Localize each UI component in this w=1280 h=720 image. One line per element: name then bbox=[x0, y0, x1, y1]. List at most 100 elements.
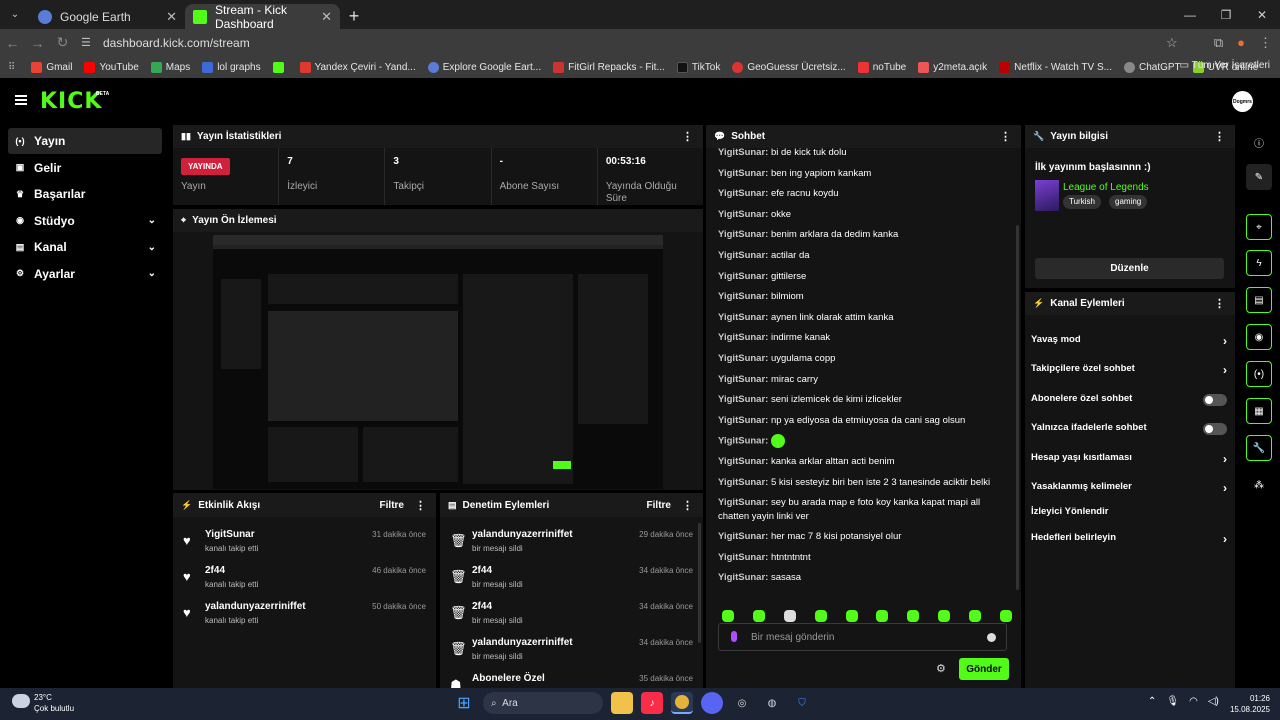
pencil-icon[interactable]: ✎ bbox=[1246, 164, 1272, 190]
emote-icon[interactable] bbox=[722, 610, 734, 622]
bookmark-kick[interactable] bbox=[272, 61, 288, 73]
sidebar-item-ayarlar[interactable]: ⚙ Ayarlar ⌄ bbox=[8, 261, 162, 287]
bookmark-tiktok[interactable]: TikTok bbox=[676, 61, 720, 73]
sidebar-item-kanal[interactable]: ▤ Kanal ⌄ bbox=[8, 234, 162, 260]
steam-icon[interactable]: ◍ bbox=[761, 692, 783, 714]
bookmark-yandex[interactable]: Yandex Çeviri - Yand... bbox=[299, 61, 416, 73]
app-icon[interactable]: ◎ bbox=[731, 692, 753, 714]
action-host-viewers[interactable]: İzleyici Yönlendir bbox=[1031, 506, 1227, 524]
sidebar-item-basarilar[interactable]: ♛ Başarılar bbox=[8, 181, 162, 207]
stream-preview-video[interactable] bbox=[213, 235, 663, 489]
minimize-icon[interactable]: — bbox=[1172, 0, 1208, 29]
chat-message-input[interactable]: Bir mesaj gönderin bbox=[718, 623, 1007, 651]
subscribers-only-toggle[interactable] bbox=[1203, 394, 1227, 406]
emote-icon[interactable] bbox=[814, 610, 827, 622]
preview-target-icon[interactable]: ⌖ bbox=[1246, 214, 1272, 240]
more-options-icon[interactable]: ⋮ bbox=[1000, 130, 1011, 143]
action-banned-words[interactable]: Yasaklanmış kelimeler › bbox=[1031, 481, 1227, 499]
maximize-icon[interactable]: ❐ bbox=[1208, 0, 1244, 29]
chat-settings-gear-icon[interactable]: ⚙ bbox=[936, 662, 946, 675]
edit-stream-info-button[interactable]: Düzenle bbox=[1035, 258, 1224, 279]
sidebar-item-yayin[interactable]: (•) Yayın bbox=[8, 128, 162, 154]
action-followers-only-chat[interactable]: Takipçilere özel sohbet › bbox=[1031, 363, 1227, 381]
bookmark-lol-graphs[interactable]: lol graphs bbox=[202, 61, 261, 73]
weather-widget[interactable]: 23°C Çok bulutlu bbox=[12, 692, 74, 714]
forward-icon[interactable]: → bbox=[25, 35, 50, 51]
browser-menu-icon[interactable]: ⋮ bbox=[1259, 35, 1272, 51]
action-set-goals[interactable]: Hedefleri belirleyin › bbox=[1031, 532, 1227, 550]
reload-icon[interactable]: ↻ bbox=[50, 34, 75, 51]
lightning-icon[interactable]: ϟ bbox=[1246, 250, 1272, 276]
apps-grid-icon[interactable]: ⠿ bbox=[8, 62, 15, 73]
back-icon[interactable]: ← bbox=[0, 35, 25, 51]
bookmark-fitgirl[interactable]: FitGirl Repacks - Fit... bbox=[553, 61, 665, 73]
profile-icon[interactable]: ● bbox=[1237, 35, 1245, 50]
bookmark-maps[interactable]: Maps bbox=[150, 61, 190, 73]
action-account-age-restriction[interactable]: Hesap yaşı kısıtlaması › bbox=[1031, 452, 1227, 470]
more-options-icon[interactable]: ⋮ bbox=[415, 499, 426, 512]
close-tab-icon[interactable]: ✕ bbox=[321, 9, 332, 25]
chevron-up-icon[interactable]: ⌃ bbox=[1148, 696, 1156, 707]
more-options-icon[interactable]: ⋮ bbox=[682, 499, 693, 512]
category-link[interactable]: League of Legends bbox=[1063, 182, 1149, 193]
bookmark-netflix[interactable]: Netflix - Watch TV S... bbox=[999, 61, 1112, 73]
bookmark-gmail[interactable]: Gmail bbox=[31, 61, 72, 73]
extensions-icon[interactable]: ⧉ bbox=[1214, 35, 1223, 51]
widgets-icon[interactable]: ⁂ bbox=[1246, 472, 1272, 498]
music-icon[interactable]: ♪ bbox=[641, 692, 663, 714]
filter-button[interactable]: Filtre bbox=[647, 500, 671, 511]
emote-icon[interactable] bbox=[907, 610, 920, 622]
chrome-icon[interactable] bbox=[671, 692, 693, 714]
new-tab-button[interactable]: + bbox=[340, 4, 368, 29]
layout-icon[interactable]: ▦ bbox=[1246, 398, 1272, 424]
taskbar-search[interactable]: ⌕ Ara bbox=[483, 692, 603, 714]
more-options-icon[interactable]: ⋮ bbox=[682, 130, 693, 143]
bookmark-y2meta[interactable]: y2meta.açık bbox=[918, 61, 987, 73]
send-button[interactable]: Gönder bbox=[959, 658, 1009, 680]
chat-icon[interactable]: ◉ bbox=[1246, 324, 1272, 350]
tab-search-chevron-icon[interactable]: ⌄ bbox=[0, 0, 30, 29]
emote-icon[interactable] bbox=[845, 610, 858, 622]
chat-scrollbar[interactable] bbox=[1016, 225, 1019, 590]
url-field[interactable]: ☰ dashboard.kick.com/stream bbox=[81, 32, 1160, 54]
emote-icon[interactable] bbox=[938, 610, 951, 622]
info-icon[interactable]: ⓘ bbox=[1246, 129, 1272, 155]
document-icon[interactable]: ▤ bbox=[1246, 287, 1272, 313]
bookmark-chatgpt[interactable]: ChatGPT bbox=[1123, 61, 1181, 73]
menu-icon[interactable] bbox=[15, 95, 27, 105]
bookmark-notube[interactable]: noTube bbox=[857, 61, 906, 73]
volume-icon[interactable]: ◁) bbox=[1208, 696, 1219, 707]
emote-only-toggle[interactable] bbox=[1203, 423, 1227, 435]
microphone-icon[interactable]: 🎙 bbox=[1166, 696, 1179, 707]
kick-logo[interactable]: KICK bbox=[40, 89, 102, 114]
emote-icon[interactable] bbox=[876, 610, 889, 622]
discord-icon[interactable] bbox=[701, 692, 723, 714]
bookmark-google-earth[interactable]: Explore Google Eart... bbox=[427, 61, 541, 73]
close-tab-icon[interactable]: ✕ bbox=[166, 9, 177, 25]
more-options-icon[interactable]: ⋮ bbox=[1214, 130, 1225, 143]
filter-button[interactable]: Filtre bbox=[380, 500, 404, 511]
clock[interactable]: 01:26 15.08.2025 bbox=[1230, 693, 1270, 715]
bookmark-youtube[interactable]: YouTube bbox=[84, 61, 139, 73]
action-slow-mode[interactable]: Yavaş mod › bbox=[1031, 334, 1227, 352]
broadcast-icon[interactable]: (•) bbox=[1246, 361, 1272, 387]
wrench-icon[interactable]: 🔧 bbox=[1246, 435, 1272, 461]
more-options-icon[interactable]: ⋮ bbox=[1214, 297, 1225, 310]
emote-icon[interactable] bbox=[752, 610, 765, 622]
bookmark-star-icon[interactable]: ☆ bbox=[1166, 35, 1178, 51]
avatar[interactable]: Dogmrs bbox=[1232, 91, 1253, 112]
all-bookmarks[interactable]: ▭ Tüm Yer İşaretleri bbox=[1180, 60, 1270, 71]
sidebar-item-studyo[interactable]: ◉ Stüdyo ⌄ bbox=[8, 208, 162, 234]
tab-kick-dashboard[interactable]: Stream - Kick Dashboard ✕ bbox=[185, 3, 340, 31]
sidebar-item-gelir[interactable]: ▣ Gelir bbox=[8, 155, 162, 181]
emoji-picker-icon[interactable] bbox=[987, 633, 996, 642]
windows-start-icon[interactable]: ⊞ bbox=[453, 692, 475, 714]
wifi-icon[interactable]: ◠ bbox=[1189, 696, 1198, 707]
bookmark-geoguessr[interactable]: GeoGuessr Ücretsiz... bbox=[732, 61, 846, 73]
security-shield-icon[interactable]: ⛉ bbox=[791, 692, 813, 714]
emote-icon[interactable] bbox=[999, 610, 1012, 622]
tab-google-earth[interactable]: Google Earth ✕ bbox=[30, 4, 185, 29]
emote-icon[interactable] bbox=[969, 610, 981, 622]
file-explorer-icon[interactable] bbox=[611, 692, 633, 714]
emote-icon[interactable] bbox=[783, 610, 796, 622]
